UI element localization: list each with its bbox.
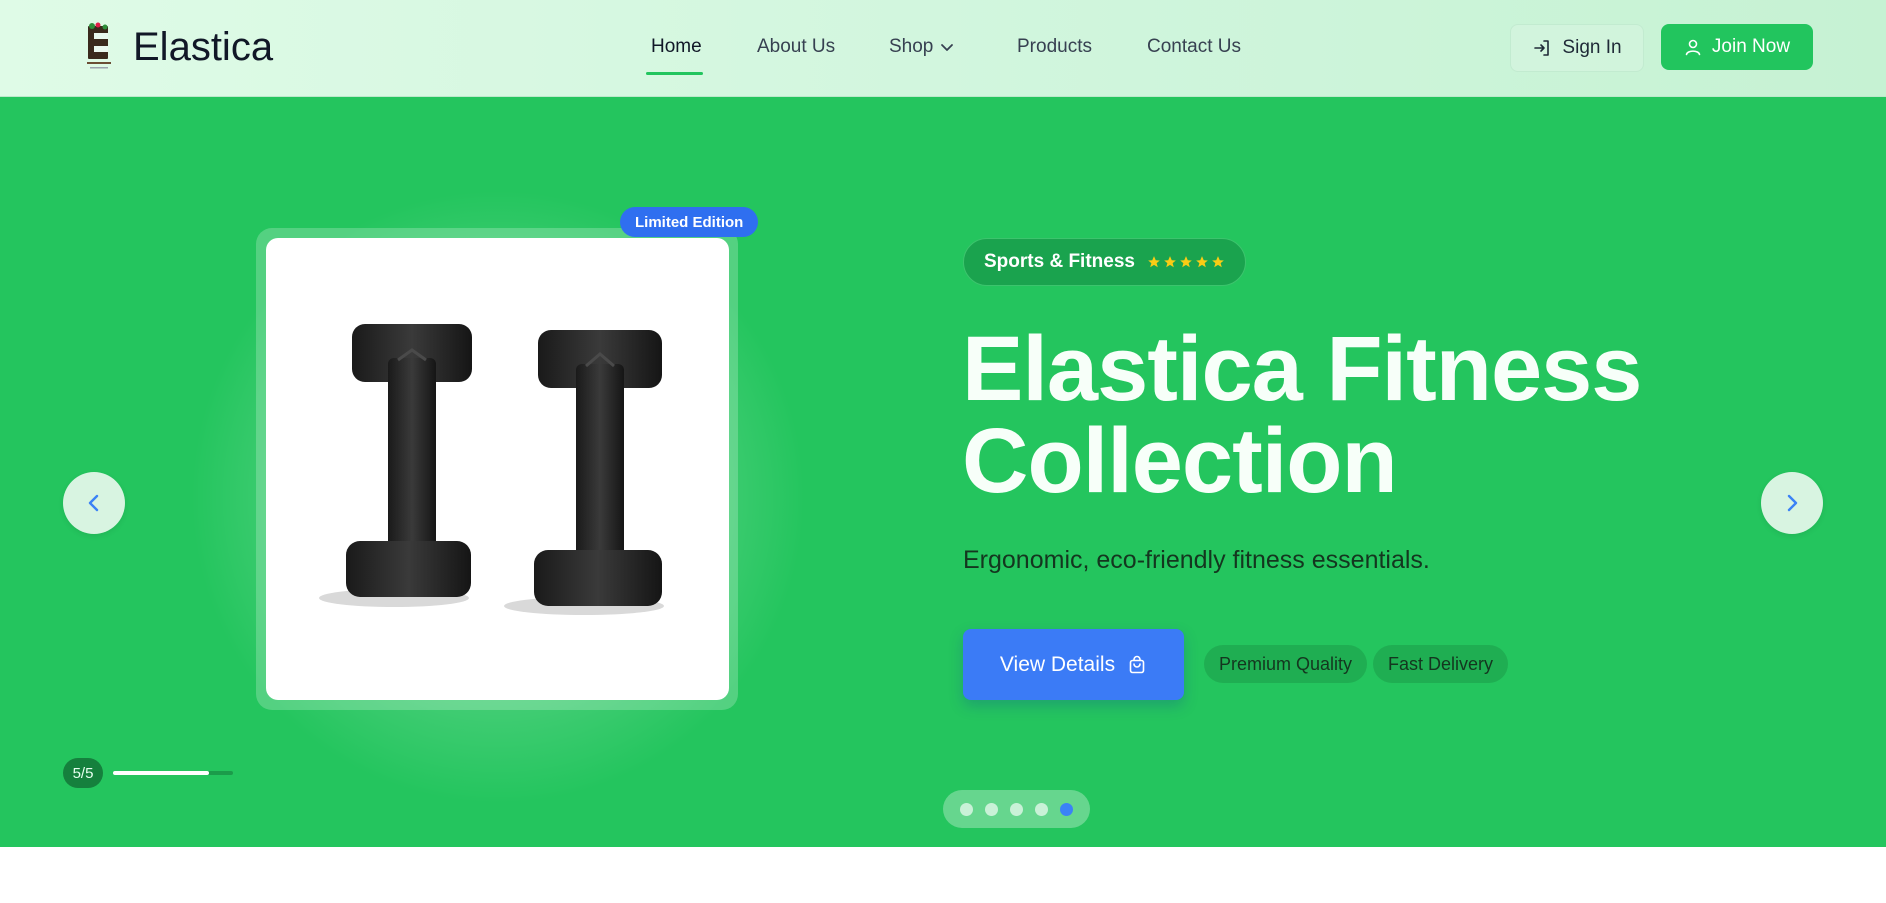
- slide-dot-4[interactable]: [1035, 802, 1048, 816]
- slide-counter: 5/5: [63, 758, 103, 788]
- feature-tag-premium-quality: Premium Quality: [1204, 645, 1368, 683]
- limited-edition-badge: Limited Edition: [620, 207, 759, 237]
- nav-products[interactable]: Products: [1017, 36, 1092, 58]
- nav-about-us[interactable]: About Us: [757, 36, 835, 58]
- nav-contact-us[interactable]: Contact Us: [1147, 36, 1241, 58]
- sign-in-icon: [1534, 40, 1550, 56]
- join-now-label: Join Now: [1711, 36, 1791, 57]
- hero-carousel: Limited Edition 5/5 Sports & Fitness Ela…: [0, 97, 1886, 847]
- slide-dots: [943, 790, 1090, 828]
- slide-progress-bar: [113, 771, 233, 775]
- nav-home[interactable]: Home: [651, 36, 702, 58]
- nav-active-underline: [646, 72, 703, 75]
- join-now-button[interactable]: Join Now: [1661, 24, 1813, 70]
- hero-title: Elastica Fitness Collection: [962, 323, 1822, 507]
- hero-title-line2: Collection: [962, 410, 1398, 512]
- site-header: Elastica Home About Us Shop Products Con…: [0, 0, 1886, 97]
- user-icon: [1685, 39, 1701, 56]
- shopping-bag-icon: [1129, 655, 1145, 673]
- prev-slide-button[interactable]: [63, 472, 125, 534]
- view-details-button[interactable]: View Details: [963, 629, 1184, 700]
- slide-dot-5[interactable]: [1060, 802, 1073, 816]
- star-icon: [1196, 256, 1208, 268]
- category-label: Sports & Fitness: [984, 251, 1135, 272]
- slide-dot-3[interactable]: [1010, 802, 1023, 816]
- chevron-left-icon: [88, 494, 99, 512]
- hero-title-line1: Elastica Fitness: [962, 318, 1642, 420]
- star-icon: [1164, 256, 1176, 268]
- slide-dot-2[interactable]: [985, 802, 998, 816]
- sign-in-button[interactable]: Sign In: [1510, 24, 1644, 72]
- chevron-down-icon[interactable]: [939, 39, 955, 55]
- elastica-logo-icon[interactable]: [84, 22, 114, 72]
- slide-progress-fill: [113, 771, 209, 775]
- nav-shop[interactable]: Shop: [889, 36, 933, 58]
- product-image[interactable]: [266, 238, 729, 700]
- category-badge: Sports & Fitness: [963, 238, 1246, 286]
- hero-subtitle: Ergonomic, eco-friendly fitness essentia…: [963, 546, 1430, 574]
- star-icon: [1212, 256, 1224, 268]
- brand-name[interactable]: Elastica: [133, 24, 273, 70]
- slide-dot-1[interactable]: [960, 802, 973, 816]
- star-icon: [1148, 256, 1160, 268]
- push-up-bars-image: [319, 324, 664, 615]
- sign-in-label: Sign In: [1562, 37, 1622, 58]
- feature-tag-fast-delivery: Fast Delivery: [1373, 645, 1509, 683]
- view-details-label: View Details: [999, 652, 1116, 676]
- rating-stars: [1147, 255, 1225, 269]
- star-icon: [1180, 256, 1192, 268]
